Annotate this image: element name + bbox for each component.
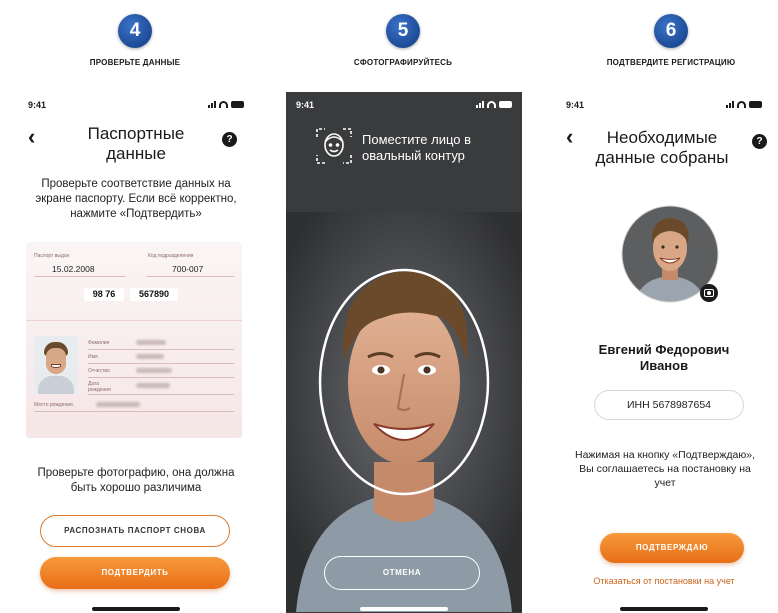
field-patronymic-label: Отчество [88, 368, 110, 374]
camera-instruction-text: Поместите лицо в овальный контур [362, 132, 472, 163]
camera-icon[interactable] [700, 284, 718, 302]
photo-hint-text: Проверьте фотографию, она должна быть хо… [37, 467, 235, 494]
face-scan-icon [316, 128, 352, 164]
decline-registration-link[interactable]: Отказаться от постановки на учет [556, 576, 772, 586]
status-icons [208, 101, 244, 108]
signal-icon [476, 101, 484, 108]
status-icons [726, 101, 762, 108]
passport-series: 98 76 [84, 288, 124, 301]
inn-field: ИНН 5678987654 [594, 390, 744, 420]
field-surname-label: Фамилия [88, 340, 110, 346]
status-icons [476, 101, 512, 108]
status-time: 9:41 [296, 100, 315, 110]
home-indicator [620, 607, 708, 611]
issued-date: 15.02.2008 [52, 264, 95, 274]
instruction-text: Проверьте соответствие данных на экране … [35, 178, 237, 220]
wifi-icon [219, 101, 228, 108]
confirmation-screen: 9:41 ‹ Необходимые данные собраны ? Евге… [556, 92, 772, 613]
wifi-icon [737, 101, 746, 108]
field-name-value [136, 354, 164, 359]
field-surname-value [136, 340, 166, 345]
passport-number: 567890 [130, 288, 178, 301]
page-title: Необходимые данные собраны [595, 128, 729, 167]
confirm-button[interactable]: ПОДТВЕРДИТЬ [40, 557, 230, 589]
status-bar: 9:41 [556, 100, 772, 112]
status-bar: 9:41 [18, 100, 254, 112]
field-birthdate-value [136, 383, 170, 388]
step-6-label: ПОДТВЕРДИТЕ РЕГИСТРАЦИЮ [606, 58, 736, 67]
passport-screen: 9:41 ‹ Паспортные данные ? Проверьте соо… [18, 92, 254, 613]
signal-icon [726, 101, 734, 108]
page-title: Паспортные данные [87, 124, 185, 163]
battery-icon [231, 101, 244, 108]
help-icon[interactable]: ? [752, 134, 767, 149]
user-full-name: Евгений Федорович Иванов [598, 342, 730, 373]
field-patronymic-value [136, 368, 172, 373]
step-5-label: СФОТОГРАФИРУЙТЕСЬ [353, 58, 453, 67]
field-name-label: Имя [88, 354, 98, 360]
status-bar: 9:41 [286, 100, 522, 112]
step-4-label: ПРОВЕРЬТЕ ДАННЫЕ [89, 58, 181, 67]
division-code: 700-007 [172, 264, 204, 274]
consent-text: Нажимая на кнопку «Подтверждаю», Вы согл… [574, 449, 756, 489]
battery-icon [749, 101, 762, 108]
step-5-badge: 5 [386, 14, 420, 48]
step-4-badge: 4 [118, 14, 152, 48]
camera-face-view [286, 212, 522, 612]
confirm-registration-button[interactable]: ПОДТВЕРЖДАЮ [600, 533, 744, 563]
back-icon[interactable]: ‹ [28, 126, 35, 148]
division-label: Код подразделения [148, 253, 194, 259]
status-time: 9:41 [566, 100, 585, 110]
passport-photo [34, 336, 78, 394]
back-icon[interactable]: ‹ [566, 126, 573, 148]
cancel-button[interactable]: ОТМЕНА [324, 556, 480, 590]
passport-card: Паспорт выдан 15.02.2008 Код подразделен… [26, 242, 242, 438]
field-birthplace-value [96, 402, 140, 407]
home-indicator [92, 607, 180, 611]
home-indicator [360, 607, 448, 611]
signal-icon [208, 101, 216, 108]
step-6-badge: 6 [654, 14, 688, 48]
battery-icon [499, 101, 512, 108]
status-time: 9:41 [28, 100, 47, 110]
rescan-passport-button[interactable]: РАСПОЗНАТЬ ПАСПОРТ СНОВА [40, 515, 230, 547]
issued-label: Паспорт выдан [34, 253, 70, 259]
selfie-camera-screen: 9:41 Поместите лицо в овальный контур ОТ… [286, 92, 522, 613]
field-birthdate-label: Дата рождения [88, 381, 111, 393]
wifi-icon [487, 101, 496, 108]
field-birthplace-label: Место рождения [34, 402, 73, 408]
help-icon[interactable]: ? [222, 132, 237, 147]
